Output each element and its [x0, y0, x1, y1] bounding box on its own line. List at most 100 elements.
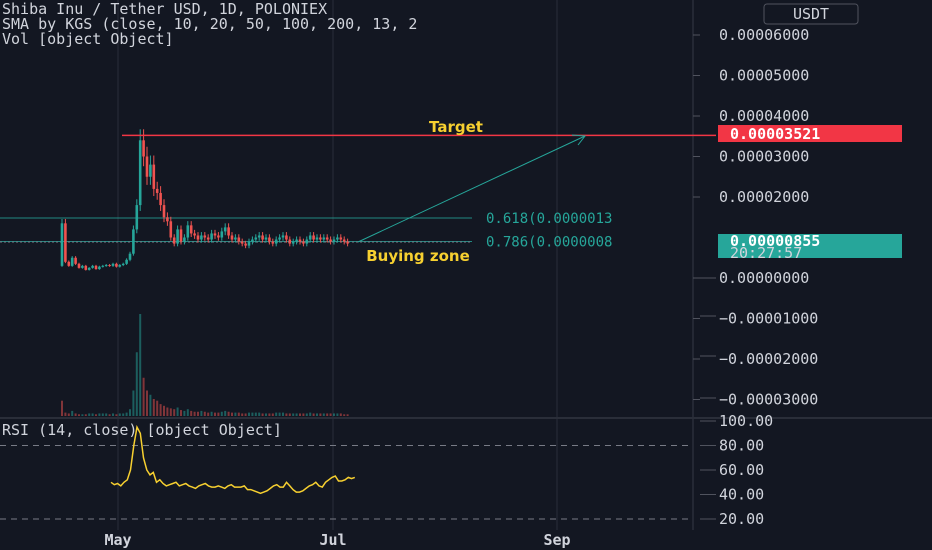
drawing-layer[interactable] [122, 134, 716, 243]
fibonacci-levels[interactable]: 0.618(0.0000013 0.786(0.0000008 [0, 211, 612, 251]
candle-body [142, 140, 145, 157]
candle-body [104, 265, 108, 267]
volume-bar [322, 413, 325, 416]
candle-body [128, 253, 132, 260]
candle-body [203, 235, 207, 238]
candle-body [227, 227, 230, 236]
volume-bar [336, 413, 339, 416]
candle-body [138, 140, 142, 206]
volume-bar [261, 413, 264, 416]
volume-bar [302, 413, 305, 416]
target-annotation: Target [429, 118, 483, 136]
price-tick-label: 0.00004000 [719, 107, 809, 125]
candle-body [189, 225, 193, 234]
candle-body [179, 229, 183, 242]
candle-body [325, 237, 329, 240]
candle-body [121, 263, 125, 266]
candle-body [261, 235, 264, 240]
time-axis[interactable]: May Jul Sep [104, 531, 570, 549]
candle-body [240, 241, 244, 244]
candle-body [64, 223, 67, 262]
volume-bar [176, 407, 179, 416]
rsi-legend: RSI (14, close) [object Object] [2, 421, 282, 439]
candle-body [312, 235, 315, 240]
candle-body [135, 205, 139, 230]
trading-chart[interactable]: 0.618(0.0000013 0.786(0.0000008 0.0000600… [0, 0, 932, 550]
price-axis[interactable]: 0.00006000 0.00005000 0.00004000 0.00003000… [693, 26, 818, 528]
candle-body [213, 233, 217, 236]
price-tick-label: 0.00003000 [719, 148, 809, 166]
candle-body [257, 235, 261, 238]
candle-body [319, 237, 322, 240]
volume-bar [98, 413, 101, 416]
volume-bar [241, 413, 244, 416]
volume-bar [224, 410, 227, 416]
volume-bar [135, 352, 138, 416]
volume-bar [142, 377, 145, 416]
volume-bar [101, 413, 104, 416]
candle-body [193, 233, 196, 236]
candle-body [94, 265, 98, 270]
volume-bar [220, 411, 223, 416]
volume-bar [115, 414, 118, 416]
candle-body [254, 237, 258, 240]
candle-body [115, 263, 118, 267]
candle-body [223, 227, 227, 232]
candle-body [132, 229, 135, 254]
current-price-badge: 0.00000855 20:27:57 [718, 232, 902, 262]
candle-body [298, 239, 302, 242]
volume-bar [169, 408, 172, 416]
volume-bar [343, 414, 346, 416]
volume-bar [305, 413, 308, 416]
rsi-tick-label: 100.00 [719, 412, 773, 430]
candle-body [155, 188, 159, 193]
volume-bar [74, 413, 77, 416]
volume-bar [91, 413, 94, 416]
volume-bar [333, 413, 335, 416]
candle-body [332, 239, 336, 242]
volume-bar [282, 412, 284, 416]
volume-bar [288, 413, 291, 416]
candle-body [87, 267, 91, 270]
volume-bar [112, 413, 114, 416]
volume-bar [271, 413, 274, 416]
time-tick-label: Jul [319, 531, 346, 549]
candle-body [281, 235, 285, 238]
volume-bar [237, 412, 240, 416]
volume-bar [278, 412, 281, 416]
candle-body [322, 237, 326, 240]
candle-body [166, 217, 169, 222]
candle-body [264, 237, 268, 240]
price-tick-label: −0.00002000 [719, 350, 818, 368]
volume-bar [149, 394, 152, 416]
volume-bar [132, 390, 135, 416]
volume-bar [258, 412, 261, 416]
volume-bar [129, 409, 131, 416]
volume-bar [285, 413, 288, 416]
candle-body [70, 257, 74, 266]
candle-body [217, 235, 220, 238]
candle-body [278, 237, 281, 240]
target-price-badge: 0.00003521 [718, 125, 902, 143]
candle-body [305, 239, 309, 244]
candle-body [162, 205, 166, 218]
currency-button-label[interactable]: USDT [793, 5, 829, 23]
volume-bar [173, 409, 176, 416]
chart-canvas[interactable]: 0.618(0.0000013 0.786(0.0000008 0.0000600… [0, 0, 932, 550]
volume-bar [146, 390, 148, 416]
price-tick-label: 0.00002000 [719, 188, 809, 206]
candle-body [108, 265, 111, 267]
volume-bar [316, 413, 318, 416]
volume-bar [292, 413, 295, 416]
volume-bar [231, 412, 233, 416]
time-tick-label: Sep [543, 531, 570, 549]
volume-bar [265, 413, 267, 416]
candle-body [183, 237, 186, 242]
currency-button[interactable]: USDT [763, 3, 859, 25]
fib-level-label: 0.618(0.0000013 [486, 211, 612, 227]
volume-bar [193, 411, 196, 416]
candle-body [271, 241, 275, 244]
rsi-tick-label: 60.00 [719, 461, 764, 479]
rsi-tick-label: 20.00 [719, 510, 764, 528]
volume-bar [244, 413, 247, 416]
